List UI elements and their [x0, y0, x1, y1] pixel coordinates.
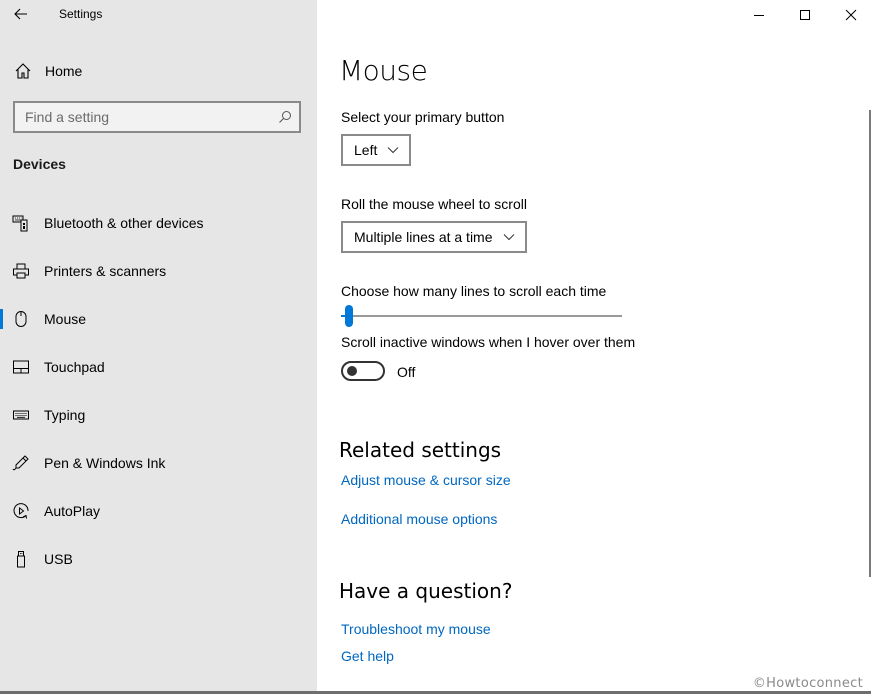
sidebar-item-printers[interactable]: Printers & scanners: [0, 251, 317, 291]
sidebar-item-touchpad[interactable]: Touchpad: [0, 347, 317, 387]
primary-button-dropdown[interactable]: Left: [341, 134, 412, 166]
sidebar-item-autoplay[interactable]: AutoPlay: [0, 491, 317, 531]
sidebar-item-label: AutoPlay: [44, 503, 101, 519]
pen-icon: [12, 455, 29, 471]
sidebar-item-typing[interactable]: Typing: [0, 395, 317, 435]
sidebar-item-label: Mouse: [44, 311, 87, 327]
back-button[interactable]: [10, 4, 32, 24]
sidebar: Settings Home Devices Bluetooth & other …: [0, 0, 317, 691]
sidebar-item-bluetooth[interactable]: Bluetooth & other devices: [0, 203, 317, 243]
touchpad-icon: [13, 360, 29, 374]
get-help-link[interactable]: Get help: [341, 648, 394, 664]
wheel-scroll-dropdown[interactable]: Multiple lines at a time: [341, 221, 527, 253]
printer-icon: [13, 263, 29, 279]
wheel-scroll-label: Roll the mouse wheel to scroll: [341, 196, 527, 212]
page-title: Mouse: [339, 54, 428, 87]
sidebar-item-label: Pen & Windows Ink: [44, 455, 166, 471]
maximize-button[interactable]: [782, 0, 828, 30]
sidebar-item-label: Home: [45, 63, 83, 79]
back-arrow-icon: [14, 8, 27, 20]
sidebar-item-usb[interactable]: USB: [0, 539, 317, 579]
troubleshoot-mouse-link[interactable]: Troubleshoot my mouse: [341, 621, 491, 637]
search-icon[interactable]: [278, 110, 292, 124]
usb-icon: [17, 551, 25, 568]
wheel-scroll-value: Multiple lines at a time: [354, 229, 493, 245]
sidebar-item-label: USB: [44, 551, 73, 567]
window-title: Settings: [59, 7, 103, 21]
lines-slider-label: Choose how many lines to scroll each tim…: [341, 283, 607, 299]
keyboard-icon: [13, 410, 29, 420]
sidebar-item-label: Bluetooth & other devices: [44, 215, 204, 231]
slider-thumb[interactable]: [345, 305, 354, 327]
have-a-question-heading: Have a question?: [339, 579, 513, 603]
inactive-scroll-label: Scroll inactive windows when I hover ove…: [341, 334, 636, 350]
autoplay-icon: [13, 503, 29, 519]
watermark: ©Howtoconnect: [752, 676, 863, 691]
sidebar-item-pen[interactable]: Pen & Windows Ink: [0, 443, 317, 483]
mouse-icon: [15, 311, 27, 327]
section-label-devices: Devices: [13, 156, 66, 172]
sidebar-item-mouse[interactable]: Mouse: [0, 299, 317, 339]
close-icon: [845, 9, 857, 21]
home-icon: [15, 63, 31, 79]
chevron-down-icon: [503, 234, 514, 241]
additional-mouse-options-link[interactable]: Additional mouse options: [341, 511, 497, 527]
sidebar-item-label: Printers & scanners: [44, 263, 167, 279]
related-settings-heading: Related settings: [339, 438, 502, 462]
minimize-button[interactable]: [736, 0, 782, 30]
toggle-knob: [347, 366, 357, 376]
lines-to-scroll-slider[interactable]: [341, 305, 622, 327]
inactive-scroll-toggle[interactable]: [341, 361, 385, 381]
selected-indicator: [0, 309, 3, 329]
search-box[interactable]: [13, 101, 301, 133]
slider-track: [341, 315, 622, 317]
sidebar-item-label: Typing: [44, 407, 86, 423]
chevron-down-icon: [388, 147, 399, 154]
toggle-state-text: Off: [397, 364, 416, 380]
search-input[interactable]: [15, 103, 299, 131]
maximize-icon: [800, 10, 810, 20]
main-content: Mouse Select your primary button Left Ro…: [317, 0, 871, 691]
primary-button-label: Select your primary button: [341, 109, 505, 125]
adjust-mouse-cursor-size-link[interactable]: Adjust mouse & cursor size: [341, 472, 511, 488]
close-button[interactable]: [828, 0, 871, 30]
bluetooth-devices-icon: [12, 215, 28, 232]
sidebar-item-home[interactable]: Home: [0, 58, 317, 84]
minimize-icon: [754, 15, 764, 16]
primary-button-value: Left: [354, 142, 378, 158]
sidebar-item-label: Touchpad: [44, 359, 105, 375]
